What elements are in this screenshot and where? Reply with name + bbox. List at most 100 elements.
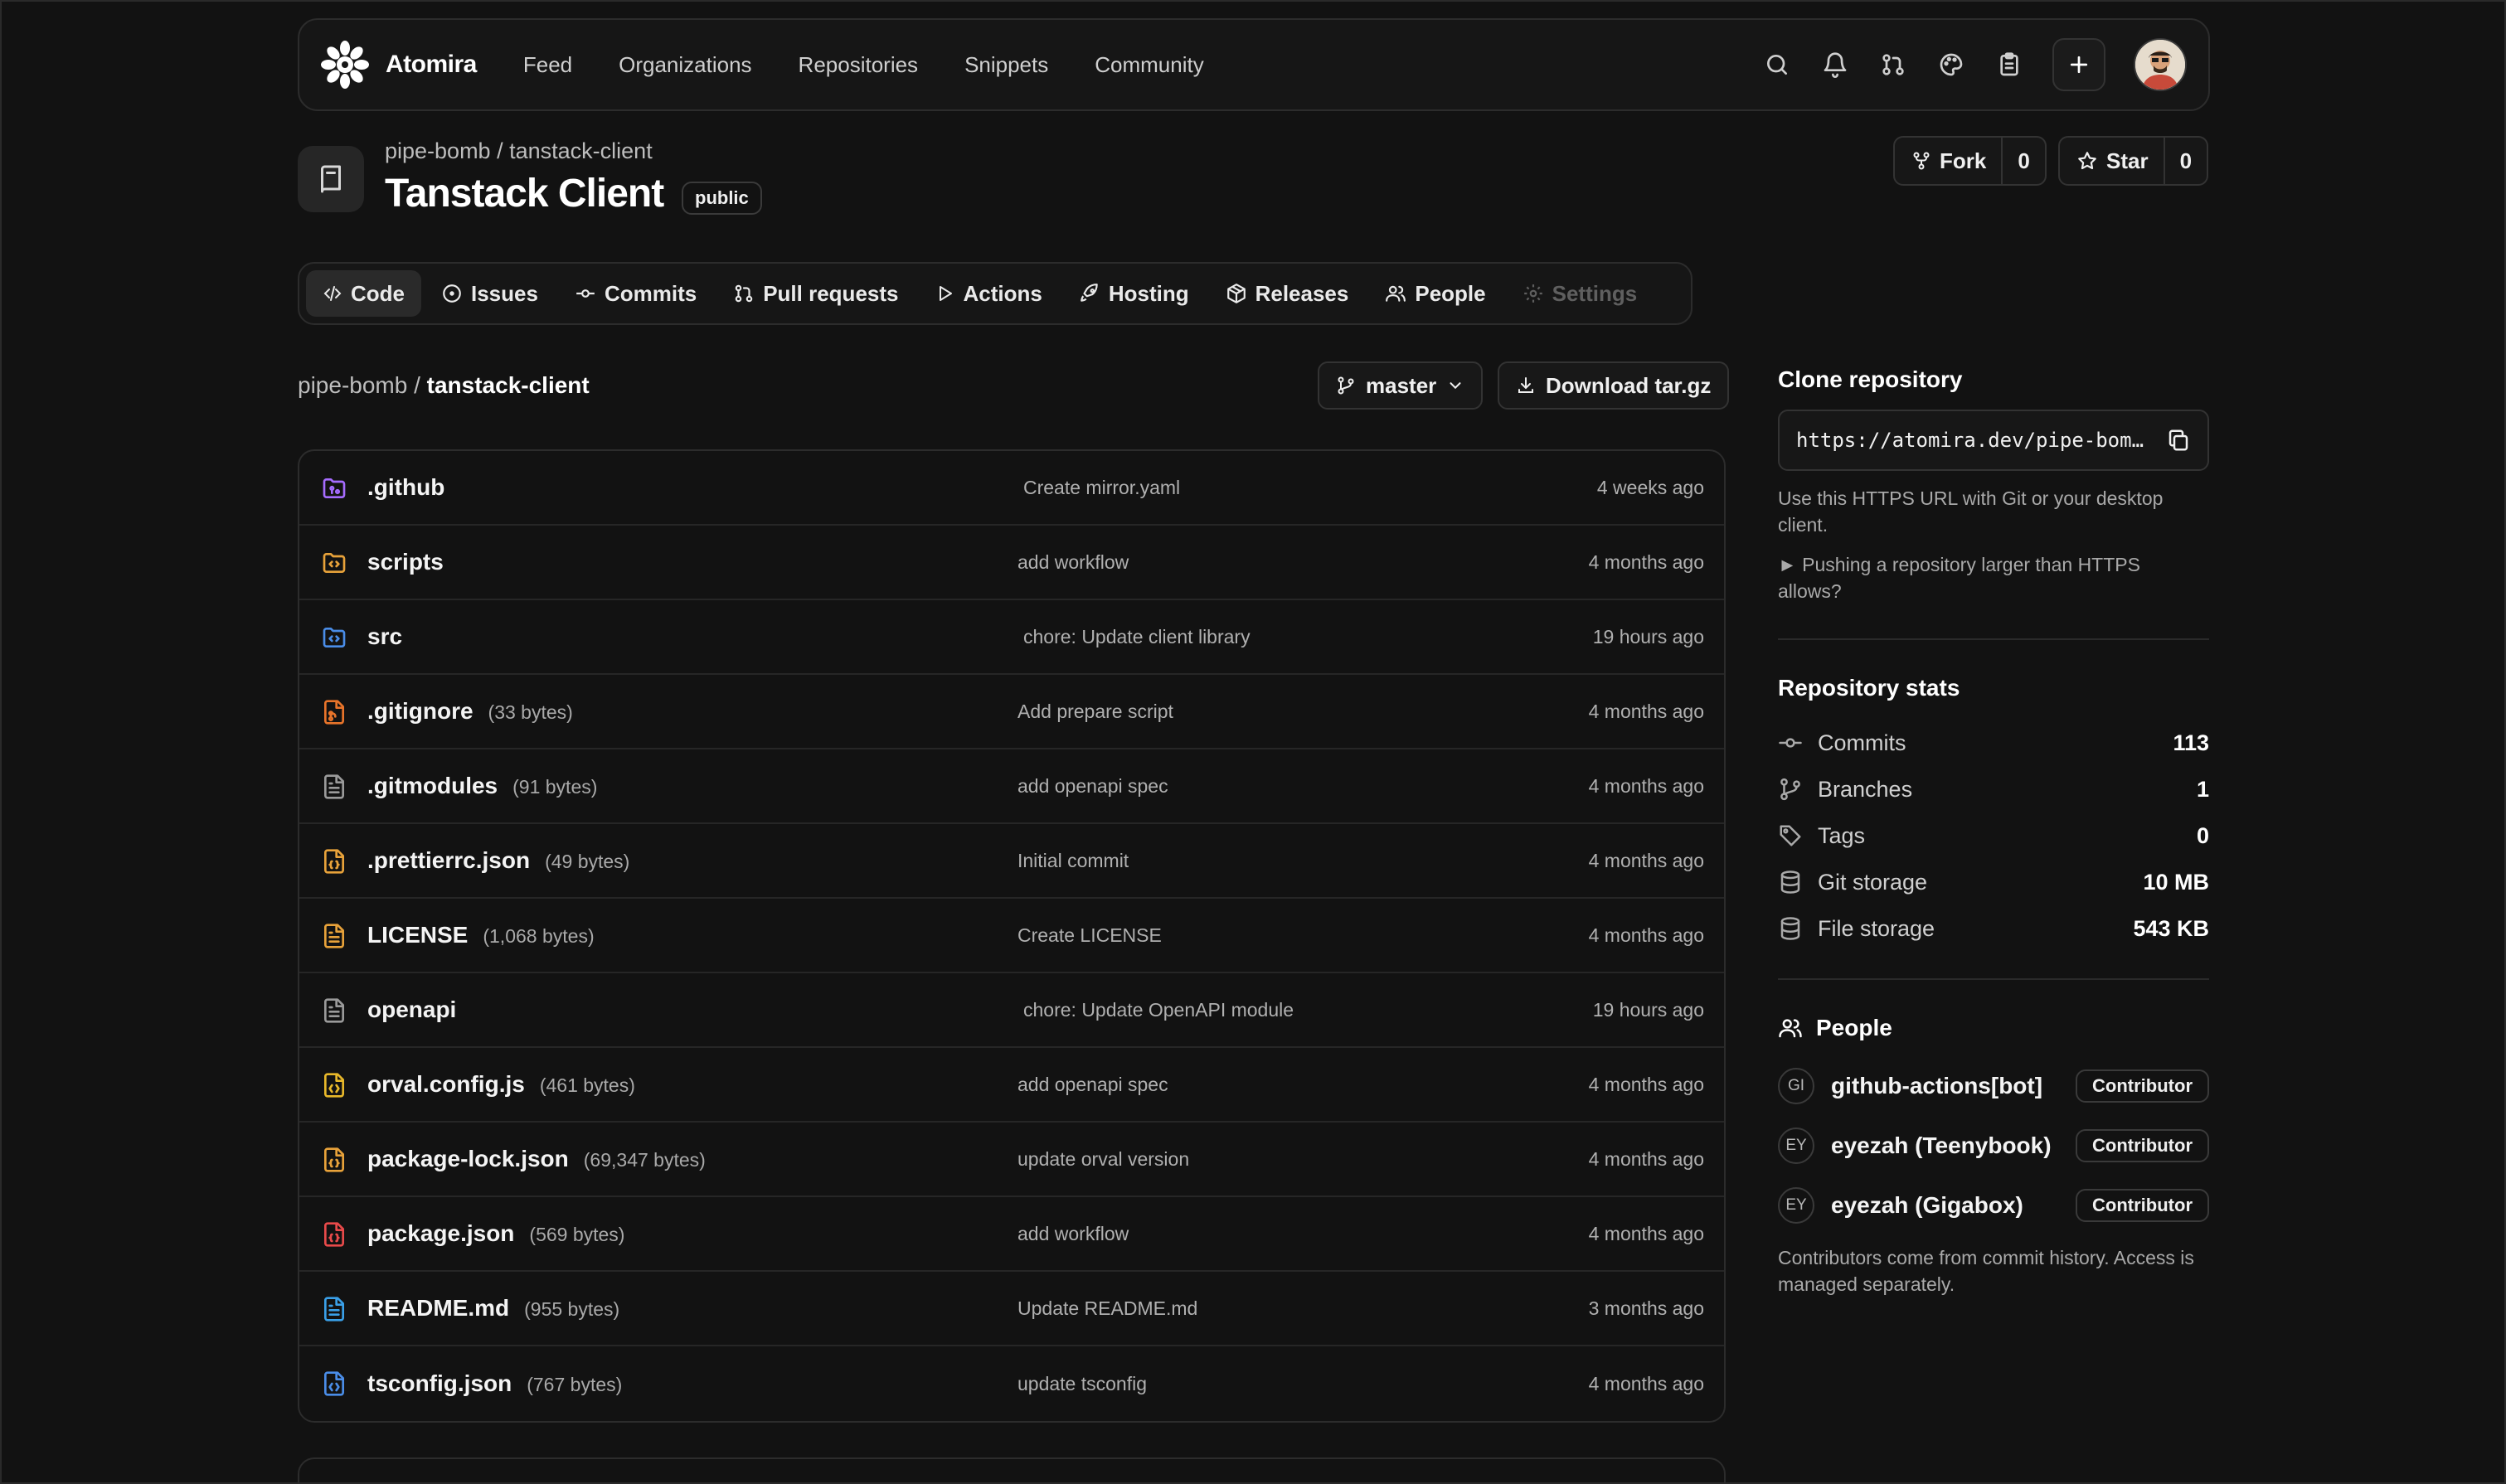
clipboard-icon[interactable] (1994, 50, 2024, 80)
clone-title: Clone repository (1778, 366, 1963, 392)
person-row[interactable]: EY eyezah (Teenybook) Contributor (1778, 1126, 2209, 1166)
repo-owner-link[interactable]: pipe-bomb (385, 138, 491, 163)
person-name[interactable]: github-actions[bot] (1831, 1073, 2042, 1099)
create-new-button[interactable] (2052, 38, 2105, 91)
file-name-link[interactable]: .github (367, 474, 444, 501)
commit-time: 4 months ago (1588, 849, 1704, 871)
nav-link-feed[interactable]: Feed (523, 52, 572, 78)
breadcrumb: pipe-bomb / tanstack-client (298, 372, 590, 399)
commit-time: 19 hours ago (1592, 998, 1704, 1021)
large-repo-disclosure[interactable]: ► Pushing a repository larger than HTTPS… (1778, 551, 2209, 604)
star-label: Star (2106, 148, 2149, 173)
file-row[interactable]: .prettierrc.json (49 bytes) Initial commi… (299, 824, 1724, 899)
breadcrumb-owner[interactable]: pipe-bomb (298, 372, 407, 398)
file-row[interactable]: tsconfig.json (767 bytes) update tsconfig… (299, 1346, 1724, 1421)
star-button[interactable]: Star 0 (2058, 136, 2209, 186)
file-name[interactable]: .gitmodules (367, 773, 498, 798)
commit-message-link[interactable]: Add prepare script (1017, 701, 1173, 723)
file-name-link[interactable]: .gitmodules (91 bytes) (367, 773, 597, 799)
download-tar-button[interactable]: Download tar.gz (1498, 361, 1730, 410)
clone-url-box[interactable]: https://atomira.dev/pipe-bomb/tanstack-c… (1778, 410, 2209, 471)
nav-link-repositories[interactable]: Repositories (799, 52, 919, 78)
tab-issues[interactable]: Issues (425, 270, 555, 317)
file-row[interactable]: package.json (569 bytes) add workflow 4 m… (299, 1197, 1724, 1272)
file-name-link[interactable]: tsconfig.json (767 bytes) (367, 1370, 622, 1397)
file-row[interactable]: .github Create mirror.yaml 4 weeks ago (299, 451, 1724, 526)
brand[interactable]: Atomira (321, 41, 477, 89)
commit-message-link[interactable]: add workflow (1017, 1223, 1129, 1245)
file-row[interactable]: package-lock.json (69,347 bytes) update o… (299, 1123, 1724, 1197)
file-row[interactable]: orval.config.js (461 bytes) add openapi s… (299, 1048, 1724, 1123)
commit-message-link[interactable]: Update README.md (1017, 1297, 1197, 1320)
commit-message-link[interactable]: chore: Update client library (1023, 626, 1251, 648)
file-name[interactable]: .prettierrc.json (367, 847, 530, 873)
file-name-link[interactable]: LICENSE (1,068 bytes) (367, 922, 595, 948)
commit-message-link[interactable]: add openapi spec (1017, 775, 1168, 798)
file-row[interactable]: README.md (955 bytes) Update README.md 3 … (299, 1272, 1724, 1346)
file-name-link[interactable]: openapi (367, 997, 456, 1023)
stat-row: Commits 113 (1778, 726, 2209, 759)
commit-message-link[interactable]: update orval version (1017, 1148, 1189, 1171)
pull-request-icon[interactable] (1878, 50, 1908, 80)
file-name[interactable]: orval.config.js (367, 1071, 525, 1097)
file-name[interactable]: openapi (367, 997, 456, 1022)
commit-message-link[interactable]: Create mirror.yaml (1023, 477, 1180, 499)
file-name[interactable]: package-lock.json (367, 1146, 569, 1171)
file-name[interactable]: .gitignore (367, 698, 474, 724)
palette-icon[interactable] (1936, 50, 1966, 80)
file-row[interactable]: openapi chore: Update OpenAPI module 19 … (299, 973, 1724, 1048)
tab-hosting[interactable]: Hosting (1062, 270, 1206, 317)
branch-select[interactable]: master (1318, 361, 1484, 410)
file-row[interactable]: .gitignore (33 bytes) Add prepare script … (299, 675, 1724, 749)
stat-value: 10 MB (2143, 869, 2209, 895)
file-name[interactable]: tsconfig.json (367, 1370, 512, 1396)
commit-message-link[interactable]: Initial commit (1017, 850, 1129, 872)
copy-icon[interactable] (2166, 428, 2191, 453)
file-row[interactable]: src chore: Update client library 19 hour… (299, 600, 1724, 675)
file-row[interactable]: .gitmodules (91 bytes) add openapi spec 4… (299, 749, 1724, 824)
file-name[interactable]: README.md (367, 1295, 509, 1321)
file-name-link[interactable]: package.json (569 bytes) (367, 1220, 624, 1247)
tab-actions[interactable]: Actions (918, 270, 1058, 317)
file-name[interactable]: .github (367, 474, 444, 500)
bell-icon[interactable] (1820, 50, 1850, 80)
commit-message-link[interactable]: update tsconfig (1017, 1373, 1147, 1395)
person-name[interactable]: eyezah (Gigabox) (1831, 1192, 2023, 1219)
fork-button[interactable]: Fork 0 (1893, 136, 2047, 186)
tab-commits[interactable]: Commits (558, 270, 713, 317)
clone-url[interactable]: https://atomira.dev/pipe-bomb/tanstack-c… (1796, 429, 2153, 452)
repo-name-link[interactable]: tanstack-client (509, 138, 653, 163)
search-icon[interactable] (1762, 50, 1792, 80)
tab-people[interactable]: People (1368, 270, 1502, 317)
nav-link-community[interactable]: Community (1095, 52, 1203, 78)
person-row[interactable]: GI github-actions[bot] Contributor (1778, 1066, 2209, 1106)
file-name-link[interactable]: .prettierrc.json (49 bytes) (367, 847, 629, 874)
file-name-link[interactable]: orval.config.js (461 bytes) (367, 1071, 635, 1098)
person-row[interactable]: EY eyezah (Gigabox) Contributor (1778, 1186, 2209, 1225)
fork-count: 0 (2018, 148, 2030, 173)
commit-message-link[interactable]: Create LICENSE (1017, 924, 1162, 947)
commit-message-link[interactable]: chore: Update OpenAPI module (1023, 999, 1294, 1021)
file-row[interactable]: scripts add workflow 4 months ago (299, 526, 1724, 600)
file-name[interactable]: package.json (367, 1220, 514, 1246)
tab-pull-requests[interactable]: Pull requests (716, 270, 915, 317)
person-name[interactable]: eyezah (Teenybook) (1831, 1132, 2052, 1159)
commit-message-link[interactable]: add workflow (1017, 551, 1129, 574)
file-name-link[interactable]: scripts (367, 549, 444, 575)
tab-releases[interactable]: Releases (1209, 270, 1366, 317)
file-name-link[interactable]: .gitignore (33 bytes) (367, 698, 573, 725)
file-name-link[interactable]: src (367, 623, 402, 650)
file-name-link[interactable]: package-lock.json (69,347 bytes) (367, 1146, 706, 1172)
user-avatar[interactable] (2134, 38, 2187, 91)
file-row[interactable]: LICENSE (1,068 bytes) Create LICENSE 4 mo… (299, 899, 1724, 973)
tab-code[interactable]: Code (306, 270, 421, 317)
file-name-link[interactable]: README.md (955 bytes) (367, 1295, 619, 1322)
nav-link-organizations[interactable]: Organizations (619, 52, 751, 78)
file-name[interactable]: LICENSE (367, 922, 468, 948)
chevron-down-icon (1446, 376, 1464, 395)
file-name[interactable]: src (367, 623, 402, 649)
file-name[interactable]: scripts (367, 549, 444, 575)
fork-label: Fork (1940, 148, 1987, 173)
nav-link-snippets[interactable]: Snippets (964, 52, 1048, 78)
commit-message-link[interactable]: add openapi spec (1017, 1074, 1168, 1096)
